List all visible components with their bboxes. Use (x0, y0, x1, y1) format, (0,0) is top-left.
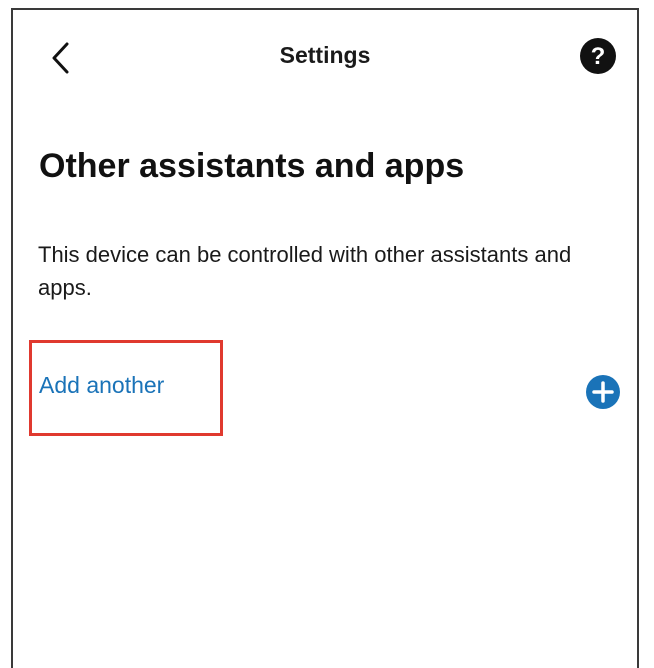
add-another-link[interactable]: Add another (39, 372, 164, 399)
plus-circle-icon (586, 375, 620, 409)
app-screen: Settings ? Other assistants and apps Thi… (11, 8, 639, 668)
question-circle-icon: ? (580, 38, 616, 74)
add-another-row[interactable]: Add another (13, 340, 637, 436)
svg-text:?: ? (591, 43, 606, 70)
header-title: Settings (279, 42, 371, 68)
description-text: This device can be controlled with other… (38, 242, 572, 300)
add-button[interactable] (585, 374, 621, 410)
help-button[interactable]: ? (579, 37, 617, 75)
page-title: Other assistants and apps (39, 147, 465, 185)
top-bar: Settings ? (13, 10, 637, 102)
